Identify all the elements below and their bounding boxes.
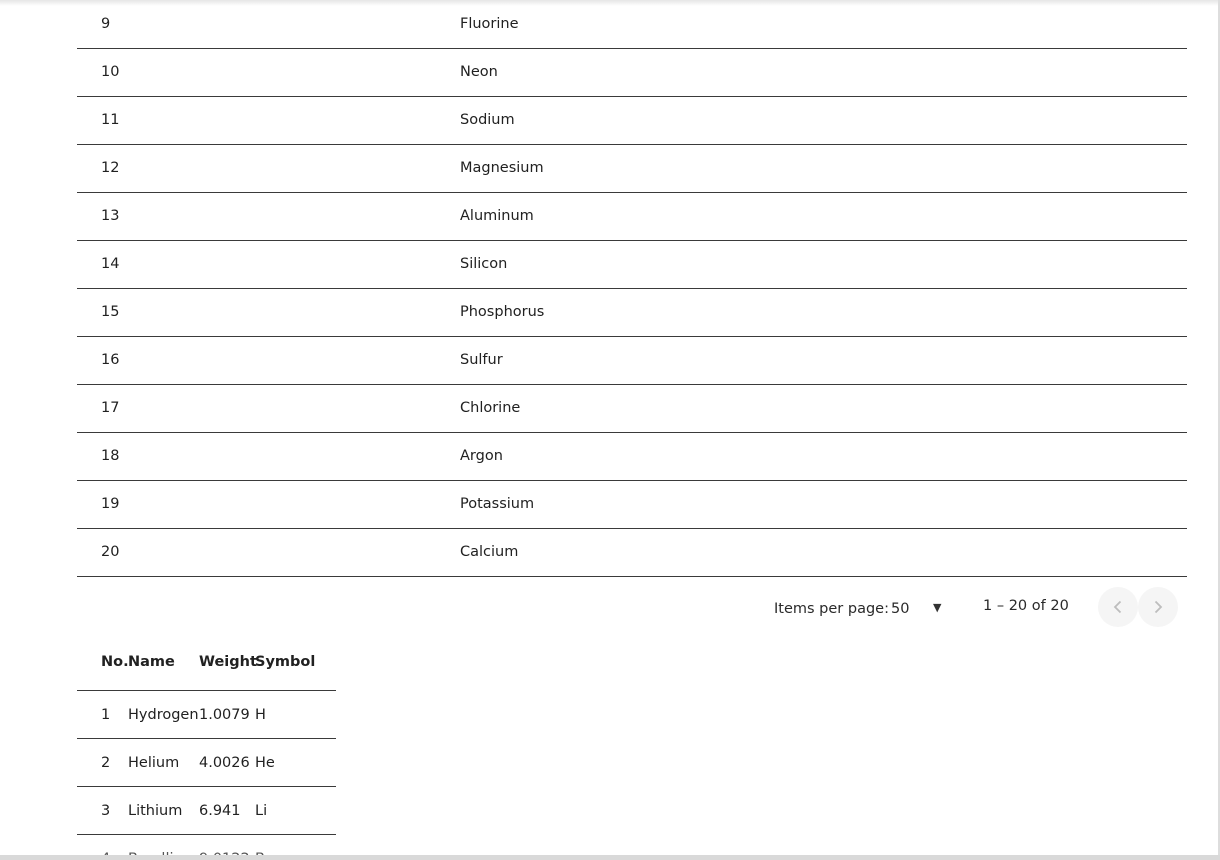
table-row: 1 Hydrogen 1.0079 H	[77, 691, 336, 739]
cell-name: Magnesium	[460, 160, 544, 176]
cell-weight: 4.0026	[199, 755, 250, 771]
chevron-right-icon	[1154, 600, 1163, 614]
table-row: 19 Potassium	[77, 481, 1187, 529]
header-symbol[interactable]: Symbol	[255, 654, 315, 670]
items-per-page-label: Items per page:	[774, 601, 889, 617]
page-size-select[interactable]: 50 ▼	[891, 596, 949, 624]
table-row: 2 Helium 4.0026 He	[77, 739, 336, 787]
cell-no: 12	[101, 160, 120, 176]
cell-no: 15	[101, 304, 120, 320]
table-row: 10 Neon	[77, 49, 1187, 97]
horizontal-scrollbar[interactable]	[0, 855, 1220, 860]
table-row: 20 Calcium	[77, 529, 1187, 577]
paginator: Items per page: 50 ▼ 1 – 20 of 20	[77, 578, 1187, 638]
previous-page-button[interactable]	[1098, 587, 1138, 627]
cell-no: 10	[101, 64, 120, 80]
cell-no: 17	[101, 400, 120, 416]
cell-name: Phosphorus	[460, 304, 545, 320]
cell-symbol: He	[255, 755, 275, 771]
page-size-value: 50	[891, 601, 910, 617]
range-label: 1 – 20 of 20	[983, 598, 1069, 614]
cell-no: 13	[101, 208, 120, 224]
cell-name: Neon	[460, 64, 498, 80]
cell-weight: 6.941	[199, 803, 241, 819]
cell-name: Lithium	[128, 803, 183, 819]
elements-table: 9 Fluorine 10 Neon 11 Sodium 12 Magnesiu…	[77, 1, 1187, 577]
cell-name: Potassium	[460, 496, 535, 512]
cell-no: 1	[101, 707, 111, 723]
cell-name: Fluorine	[460, 16, 519, 32]
cell-name: Hydrogen	[128, 707, 199, 723]
cell-no: 20	[101, 544, 120, 560]
cell-symbol: H	[255, 707, 266, 723]
table-row: 11 Sodium	[77, 97, 1187, 145]
cell-name: Chlorine	[460, 400, 521, 416]
table-row: 15 Phosphorus	[77, 289, 1187, 337]
cell-no: 3	[101, 803, 111, 819]
table-header-row: No. Name Weight Symbol	[77, 638, 336, 691]
cell-no: 18	[101, 448, 120, 464]
cell-no: 2	[101, 755, 111, 771]
cell-name: Aluminum	[460, 208, 534, 224]
chevron-left-icon	[1113, 600, 1122, 614]
cell-no: 19	[101, 496, 120, 512]
table-row: 16 Sulfur	[77, 337, 1187, 385]
table-row: 9 Fluorine	[77, 1, 1187, 49]
table-row: 3 Lithium 6.941 Li	[77, 787, 336, 835]
table-row: 14 Silicon	[77, 241, 1187, 289]
header-weight[interactable]: Weight	[199, 654, 257, 670]
cell-name: Sodium	[460, 112, 515, 128]
table-row: 13 Aluminum	[77, 193, 1187, 241]
cell-name: Helium	[128, 755, 180, 771]
cell-no: 14	[101, 256, 120, 272]
cell-no: 11	[101, 112, 120, 128]
caret-down-icon: ▼	[933, 601, 942, 614]
header-no[interactable]: No.	[101, 654, 129, 670]
table-row: 12 Magnesium	[77, 145, 1187, 193]
table-row: 17 Chlorine	[77, 385, 1187, 433]
next-page-button[interactable]	[1138, 587, 1178, 627]
cell-weight: 1.0079	[199, 707, 250, 723]
cell-no: 16	[101, 352, 120, 368]
cell-name: Silicon	[460, 256, 508, 272]
cell-name: Sulfur	[460, 352, 503, 368]
cell-no: 9	[101, 16, 111, 32]
cell-name: Calcium	[460, 544, 519, 560]
cell-symbol: Li	[255, 803, 268, 819]
cell-name: Argon	[460, 448, 503, 464]
page-viewport: 9 Fluorine 10 Neon 11 Sodium 12 Magnesiu…	[0, 0, 1220, 860]
elements-table-compact: No. Name Weight Symbol 1 Hydrogen 1.0079…	[77, 638, 336, 860]
header-name[interactable]: Name	[128, 654, 175, 670]
table-row: 18 Argon	[77, 433, 1187, 481]
